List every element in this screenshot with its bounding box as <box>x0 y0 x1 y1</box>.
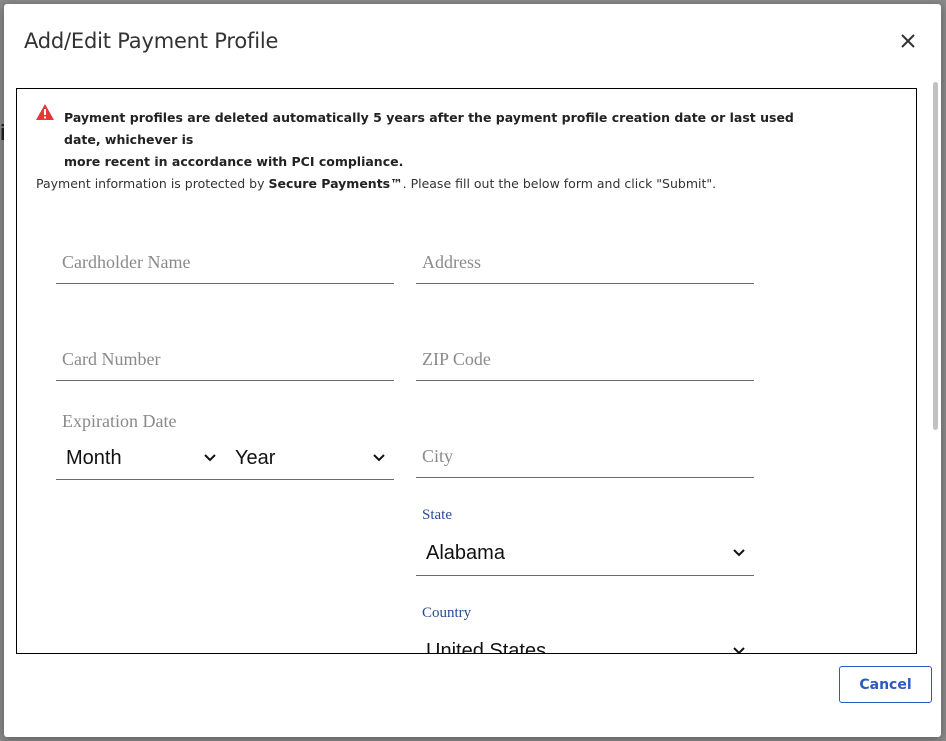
warning-triangle-icon <box>36 104 54 120</box>
cardholder-name-field[interactable] <box>56 247 394 284</box>
dialog-title: Add/Edit Payment Profile <box>24 29 279 53</box>
address-field[interactable] <box>416 247 754 284</box>
chevron-down-icon <box>204 454 216 462</box>
close-icon <box>901 34 915 48</box>
address-input[interactable] <box>416 247 754 277</box>
state-field: Alabama <box>416 531 754 576</box>
close-button[interactable] <box>897 30 919 52</box>
chevron-down-icon <box>373 454 385 462</box>
city-field[interactable] <box>416 441 754 478</box>
zip-code-field[interactable] <box>416 344 754 381</box>
country-select[interactable]: United States <box>416 636 754 653</box>
cardholder-name-input[interactable] <box>56 247 394 277</box>
country-label: Country <box>422 605 472 621</box>
state-select[interactable]: Alabama <box>416 538 754 568</box>
expiration-month-select[interactable]: Month <box>56 443 225 473</box>
state-label: State <box>422 507 452 523</box>
card-number-input[interactable] <box>56 344 394 374</box>
chevron-down-icon <box>733 549 745 557</box>
warning-text: Payment profiles are deleted automatical… <box>64 110 794 169</box>
cancel-button[interactable]: Cancel <box>839 666 932 703</box>
payment-profile-dialog: Add/Edit Payment Profile Payment profile… <box>4 4 941 737</box>
card-number-field[interactable] <box>56 344 394 381</box>
country-field: United States <box>416 629 754 653</box>
form-content[interactable]: Payment profiles are deleted automatical… <box>16 88 917 654</box>
pci-warning: Payment profiles are deleted automatical… <box>35 103 815 173</box>
zip-code-input[interactable] <box>416 344 754 374</box>
expiration-year-select[interactable]: Year <box>225 443 394 473</box>
city-input[interactable] <box>416 441 754 471</box>
expiration-date-label: Expiration Date <box>62 411 177 431</box>
chevron-down-icon <box>733 647 745 653</box>
secure-payments-info: Payment information is protected by Secu… <box>36 176 717 191</box>
expiration-date-field: Month Year <box>56 439 394 480</box>
scrollbar[interactable] <box>933 82 938 430</box>
